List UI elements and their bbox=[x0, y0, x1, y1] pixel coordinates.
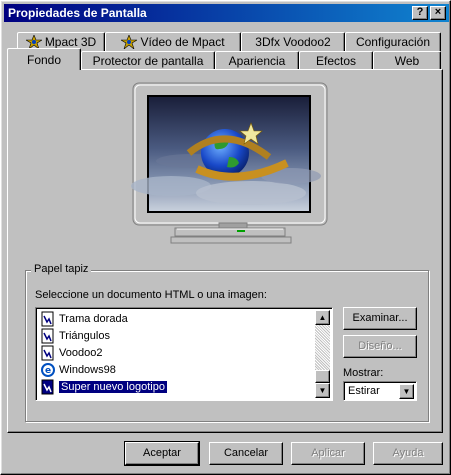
tab-mpact-video[interactable]: Vídeo de Mpact bbox=[105, 32, 241, 51]
list-item[interactable]: Triángulos bbox=[38, 327, 317, 344]
tab-label: Configuración bbox=[355, 35, 431, 49]
mpact-icon bbox=[120, 34, 139, 50]
tab-label: Efectos bbox=[315, 54, 357, 68]
tab-web[interactable]: Web bbox=[373, 51, 441, 70]
scroll-up-arrow-icon[interactable]: ▲ bbox=[315, 310, 330, 325]
wallpaper-list-scrollbar[interactable]: ▲ ▼ bbox=[315, 310, 330, 398]
bitmap-file-icon bbox=[40, 379, 56, 395]
ok-button[interactable]: Aceptar bbox=[124, 441, 200, 466]
monitor-preview bbox=[131, 81, 331, 254]
list-item[interactable]: Trama dorada bbox=[38, 310, 317, 327]
display-mode-value: Estirar bbox=[348, 385, 380, 397]
tab-3dfx-voodoo2[interactable]: 3Dfx Voodoo2 bbox=[241, 32, 345, 51]
browse-button[interactable]: Examinar... bbox=[343, 307, 417, 330]
tab-label: Mpact 3D bbox=[44, 35, 97, 49]
bitmap-file-icon bbox=[40, 328, 56, 344]
bitmap-file-icon bbox=[40, 311, 56, 327]
list-item-label: Trama dorada bbox=[59, 312, 128, 325]
svg-text:e: e bbox=[45, 366, 51, 376]
tab-label: Vídeo de Mpact bbox=[140, 35, 225, 49]
window-title: Propiedades de Pantalla bbox=[8, 6, 147, 20]
tab-label: Protector de pantalla bbox=[92, 54, 204, 68]
display-mode-select[interactable]: Estirar ▼ bbox=[343, 381, 417, 401]
tab-protector-de-pantalla[interactable]: Protector de pantalla bbox=[81, 51, 215, 70]
chevron-down-icon[interactable]: ▼ bbox=[399, 384, 414, 399]
design-button[interactable]: Diseño... bbox=[343, 335, 417, 358]
wallpaper-prompt-label: Seleccione un documento HTML o una image… bbox=[35, 289, 267, 301]
wallpaper-list[interactable]: Trama dorada Triángulos Voodoo2 e Window… bbox=[35, 307, 333, 401]
apply-button[interactable]: Aplicar bbox=[291, 442, 365, 465]
list-item[interactable]: Voodoo2 bbox=[38, 344, 317, 361]
bitmap-file-icon bbox=[40, 345, 56, 361]
list-item-selected[interactable]: Super nuevo logotipo bbox=[38, 378, 317, 395]
help-title-button[interactable]: ? bbox=[412, 6, 428, 20]
display-properties-dialog: Propiedades de Pantalla ? × Mpact 3D Víd… bbox=[0, 0, 451, 475]
display-mode-label: Mostrar: bbox=[343, 367, 384, 379]
list-item-label: Super nuevo logotipo bbox=[59, 380, 167, 393]
tab-fondo[interactable]: Fondo bbox=[7, 48, 81, 70]
tab-label: Fondo bbox=[26, 52, 62, 67]
list-item[interactable]: e Windows98 bbox=[38, 361, 317, 378]
html-document-icon: e bbox=[40, 362, 56, 378]
scroll-down-arrow-icon[interactable]: ▼ bbox=[315, 383, 330, 398]
list-item-label: Voodoo2 bbox=[59, 346, 103, 359]
help-button[interactable]: Ayuda bbox=[373, 442, 443, 465]
tab-efectos[interactable]: Efectos bbox=[299, 51, 373, 70]
cancel-button[interactable]: Cancelar bbox=[209, 442, 283, 465]
list-item-label: Windows98 bbox=[59, 363, 116, 376]
title-bar[interactable]: Propiedades de Pantalla ? × bbox=[4, 4, 449, 22]
wallpaper-group-title: Papel tapiz bbox=[31, 263, 92, 275]
tab-label: 3Dfx Voodoo2 bbox=[255, 35, 331, 49]
wallpaper-list-items: Trama dorada Triángulos Voodoo2 e Window… bbox=[38, 310, 317, 395]
tab-apariencia[interactable]: Apariencia bbox=[215, 51, 299, 70]
scrollbar-thumb[interactable] bbox=[315, 370, 330, 383]
tab-label: Web bbox=[394, 54, 420, 68]
tab-label: Apariencia bbox=[228, 54, 286, 68]
close-title-button[interactable]: × bbox=[430, 6, 446, 20]
mpact-icon bbox=[24, 34, 43, 50]
tab-configuracion[interactable]: Configuración bbox=[345, 32, 441, 51]
list-item-label: Triángulos bbox=[59, 329, 110, 342]
